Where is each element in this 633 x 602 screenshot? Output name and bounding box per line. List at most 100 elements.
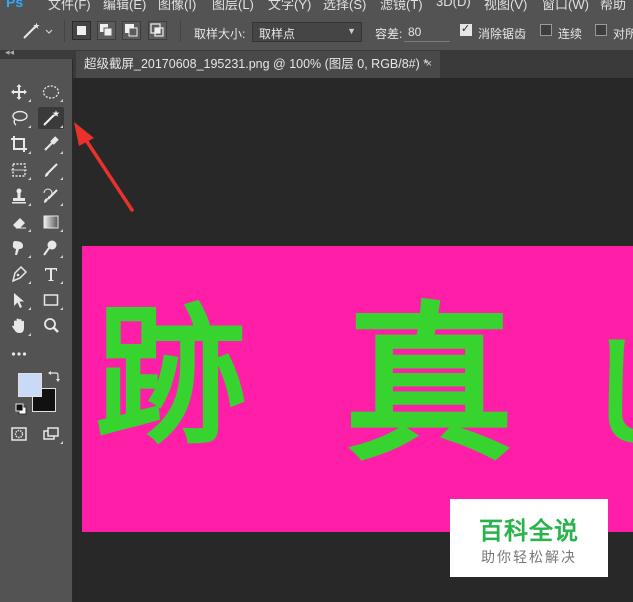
tool-preset-picker[interactable]	[20, 21, 56, 41]
gradient-icon	[43, 215, 59, 229]
path-select-tool[interactable]	[6, 289, 32, 311]
hand-tool[interactable]	[6, 315, 32, 337]
antialias-label: 消除锯齿	[478, 27, 527, 41]
screen-mode-button[interactable]	[38, 423, 64, 445]
contiguous-checkbox[interactable]	[540, 24, 552, 36]
stamp-tool[interactable]	[6, 185, 32, 207]
document-title: 超级截屏_20170608_195231.png @ 100% (图层 0, R…	[84, 57, 429, 71]
marquee-tool[interactable]	[38, 81, 64, 103]
screen-mode-icon	[43, 427, 59, 440]
quick-mask-icon	[11, 427, 27, 441]
add-selection-icon	[100, 24, 113, 37]
menu-file[interactable]: 文件(F)	[48, 0, 91, 12]
subtract-selection-button[interactable]	[122, 21, 141, 40]
more-tools-indicator	[28, 255, 31, 258]
sample-size-value: 取样点	[259, 27, 296, 41]
watermark-title: 百科全说	[479, 518, 579, 545]
frame-icon	[11, 163, 27, 177]
intersect-selection-button[interactable]	[148, 21, 167, 40]
zoom-icon	[44, 318, 59, 333]
frame-tool[interactable]	[6, 159, 32, 181]
more-tools-indicator	[28, 177, 31, 180]
menu-type[interactable]: 文字(Y)	[268, 0, 311, 12]
edit-toolbar-button[interactable]	[6, 341, 32, 363]
swap-colors-icon[interactable]	[48, 370, 60, 382]
more-tools-indicator	[28, 125, 31, 128]
more-tools-indicator	[60, 441, 63, 444]
toolbar-header: ◂◂	[0, 47, 73, 59]
zoom-tool[interactable]	[38, 315, 64, 337]
more-tools-indicator	[28, 203, 31, 206]
lasso-icon	[12, 110, 28, 126]
pen-tool[interactable]	[6, 263, 32, 285]
menu-bar: Ps 文件(F) 编辑(E) 图像(I) 图层(L) 文字(Y) 选择(S) 滤…	[0, 0, 633, 12]
more-tools-indicator	[60, 229, 63, 232]
sample-size-label: 取样大小:	[194, 27, 246, 41]
more-tools-indicator	[28, 281, 31, 284]
move-icon	[11, 84, 27, 100]
more-tools-indicator	[28, 99, 31, 102]
quick-mask-button[interactable]	[6, 423, 32, 445]
app-logo: Ps	[6, 0, 24, 10]
eraser-tool[interactable]	[6, 211, 32, 233]
smudge-tool[interactable]	[6, 237, 32, 259]
document-tab[interactable]: 超级截屏_20170608_195231.png @ 100% (图层 0, R…	[76, 51, 440, 78]
magic-wand-icon	[43, 110, 60, 126]
chevron-down-icon: ▼	[347, 26, 356, 36]
tolerance-input[interactable]: 80	[404, 22, 450, 42]
tolerance-label: 容差:	[375, 27, 403, 41]
contiguous-label: 连续	[558, 27, 583, 41]
history-brush-icon	[43, 188, 58, 203]
menu-image[interactable]: 图像(I)	[158, 0, 196, 12]
menu-window[interactable]: 窗口(W)	[542, 0, 589, 12]
menu-edit[interactable]: 编辑(E)	[103, 0, 146, 12]
options-bar: 取样大小: 取样点 ▼ 容差: 80 消除锯齿 连续 对所	[0, 12, 633, 51]
smudge-icon	[12, 241, 23, 255]
calligraphy-char: 跡	[96, 289, 247, 465]
more-tools-indicator	[60, 281, 63, 284]
menu-view[interactable]: 视图(V)	[484, 0, 527, 12]
default-colors-icon[interactable]	[15, 403, 27, 415]
new-selection-button[interactable]	[72, 21, 91, 40]
dodge-icon	[43, 240, 57, 256]
sample-all-layers-checkbox[interactable]	[595, 24, 607, 36]
menu-help[interactable]: 帮助	[600, 0, 626, 12]
more-tools-indicator	[60, 307, 63, 310]
stamp-icon	[12, 188, 26, 204]
divider	[64, 20, 65, 42]
menu-filter[interactable]: 滤镜(T)	[380, 0, 423, 12]
menu-3d[interactable]: 3D(D)	[436, 0, 471, 9]
document-image[interactable]: 跡 真 し	[82, 246, 633, 532]
crop-icon	[11, 136, 27, 152]
foreground-color-swatch[interactable]	[18, 373, 42, 397]
antialias-checkbox[interactable]	[460, 22, 472, 36]
crop-tool[interactable]	[6, 133, 32, 155]
lasso-tool[interactable]	[6, 107, 32, 129]
sample-size-select[interactable]: 取样点 ▼	[252, 22, 362, 42]
type-icon	[45, 268, 57, 281]
add-selection-button[interactable]	[97, 21, 116, 40]
close-tab-icon[interactable]: ×	[426, 51, 432, 78]
brush-icon	[45, 163, 58, 177]
calligraphy-char: し	[582, 334, 633, 454]
rectangle-tool[interactable]	[38, 289, 64, 311]
collapse-toolbar-icon[interactable]: ◂◂	[5, 47, 14, 58]
menu-select[interactable]: 选择(S)	[323, 0, 366, 12]
watermark-subtitle: 助你轻松解决	[481, 549, 577, 565]
more-tools-indicator	[60, 99, 63, 102]
hand-icon	[12, 318, 24, 333]
menu-layer[interactable]: 图层(L)	[212, 0, 254, 12]
more-tools-indicator	[28, 333, 31, 336]
move-tool[interactable]	[6, 81, 32, 103]
more-tools-indicator	[28, 151, 31, 154]
more-tools-indicator	[28, 307, 31, 310]
magic-wand-icon	[23, 22, 53, 39]
sample-all-layers-label: 对所	[613, 27, 633, 41]
more-tools-indicator	[60, 255, 63, 258]
arrow-cursor-icon	[14, 293, 24, 308]
document-tab-bar: 超级截屏_20170608_195231.png @ 100% (图层 0, R…	[73, 51, 633, 78]
eyedropper-icon	[44, 136, 59, 151]
dodge-tool[interactable]	[38, 237, 64, 259]
more-icon	[11, 352, 27, 356]
type-tool[interactable]	[38, 263, 64, 285]
